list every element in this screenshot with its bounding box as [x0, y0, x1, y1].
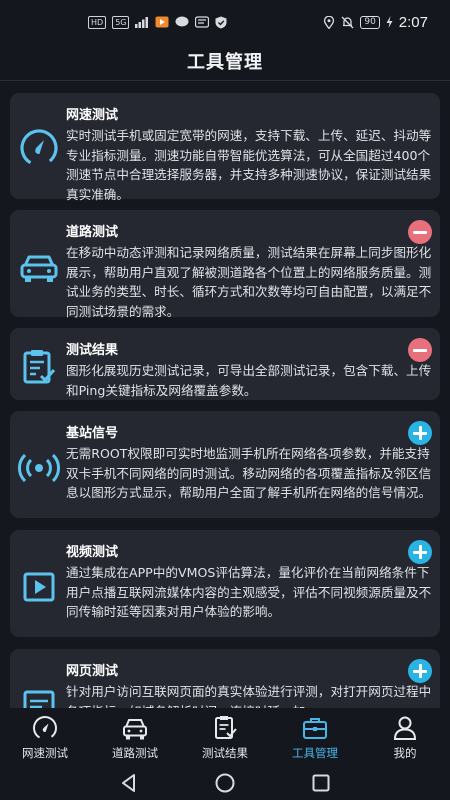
- tool-description: 实时测试手机或固定宽带的网速，支持下载、上传、延迟、抖动等专业指标测量。测速功能…: [66, 128, 432, 202]
- nav-item-me[interactable]: 我的: [360, 708, 450, 765]
- signal-bars-icon: [135, 16, 149, 28]
- user-icon: [393, 716, 417, 740]
- tool-title: 网速测试: [66, 108, 119, 123]
- add-tool-button[interactable]: [408, 421, 432, 445]
- speedometer-icon: [20, 129, 58, 167]
- tool-card-road-test[interactable]: 道路测试 在移动中动态评测和记录网络质量，测试结果在屏幕上同步图形化展示，帮助用…: [10, 210, 440, 319]
- recents-icon[interactable]: [309, 771, 333, 795]
- status-right: 90 2:07: [323, 14, 428, 31]
- tool-description: 无需ROOT权限即可实时地监测手机所在网络各项参数，并能支持双卡手机不同网络的同…: [66, 446, 432, 500]
- page-title: 工具管理: [187, 52, 263, 73]
- tool-description: 在移动中动态评测和记录网络质量，测试结果在屏幕上同步图形化展示，帮助用户直观了解…: [66, 245, 432, 319]
- network-badge: 5G: [112, 15, 130, 29]
- clipboard-check-icon: [215, 716, 237, 739]
- car-icon: [20, 255, 58, 282]
- system-nav-bar: [0, 765, 450, 800]
- add-tool-button[interactable]: [408, 659, 432, 683]
- tool-description: 通过集成在APP中的VMOS评估算法，量化评价在当前网络条件下用户点播互联网流媒…: [66, 565, 432, 619]
- mute-bell-icon: [341, 16, 354, 28]
- nav-label: 道路测试: [112, 746, 158, 760]
- charging-bolt-icon: [386, 16, 393, 28]
- nav-label: 网速测试: [22, 746, 68, 760]
- tool-card-speed-test[interactable]: 网速测试 实时测试手机或固定宽带的网速，支持下载、上传、延迟、抖动等专业指标测量…: [10, 93, 440, 202]
- chat-bubble-icon: [175, 16, 189, 27]
- tool-description: 针对用户访问互联网页面的真实体验进行评测，对打开网页过程中各项指标，如域名解析时…: [66, 684, 432, 708]
- nav-label: 工具管理: [292, 746, 338, 760]
- bottom-nav: 网速测试 道路测试 测试结果 工具管理 我的: [0, 708, 450, 765]
- nav-item-test-results[interactable]: 测试结果: [180, 708, 270, 765]
- status-bar: HD 5G 90 2:07: [0, 0, 450, 44]
- webpage-icon: [23, 690, 55, 708]
- tool-card-webpage-test[interactable]: 网页测试 针对用户访问互联网页面的真实体验进行评测，对打开网页过程中各项指标，如…: [10, 649, 440, 708]
- toolbox-icon: [303, 718, 327, 739]
- add-tool-button[interactable]: [408, 540, 432, 564]
- tool-title: 测试结果: [66, 343, 119, 358]
- tool-title: 基站信号: [66, 426, 119, 441]
- message-icon: [195, 16, 210, 28]
- nav-item-tool-management[interactable]: 工具管理: [270, 708, 360, 765]
- home-icon[interactable]: [213, 771, 237, 795]
- status-time: 2:07: [398, 13, 428, 31]
- battery-level: 90: [360, 15, 380, 29]
- tool-card-video-test[interactable]: 视频测试 通过集成在APP中的VMOS评估算法，量化评价在当前网络条件下用户点播…: [10, 530, 440, 637]
- nav-label: 我的: [393, 746, 417, 760]
- shield-icon: [215, 16, 227, 28]
- tool-list[interactable]: 网速测试 实时测试手机或固定宽带的网速，支持下载、上传、延迟、抖动等专业指标测量…: [10, 93, 440, 708]
- status-left: HD 5G: [88, 15, 227, 29]
- tool-card-base-station[interactable]: 基站信号 无需ROOT权限即可实时地监测手机所在网络各项参数，并能支持双卡手机不…: [10, 411, 440, 518]
- hd-badge: HD: [88, 15, 107, 29]
- app-notification-icon: [155, 16, 169, 28]
- signal-broadcast-icon: [18, 453, 60, 483]
- car-icon: [123, 719, 147, 740]
- tool-card-test-results[interactable]: 测试结果 图形化展现历史测试记录，可导出全部测试记录，包含下载、上传和Ping关…: [10, 328, 440, 400]
- nav-label: 测试结果: [202, 746, 248, 760]
- nav-item-speed-test[interactable]: 网速测试: [0, 708, 90, 765]
- nav-item-road-test[interactable]: 道路测试: [90, 708, 180, 765]
- remove-tool-button[interactable]: [408, 220, 432, 244]
- tool-title: 网页测试: [66, 664, 119, 679]
- back-icon[interactable]: [117, 771, 141, 795]
- clipboard-check-icon: [23, 350, 56, 384]
- speedometer-icon: [33, 716, 57, 740]
- page-header: 工具管理: [0, 44, 450, 78]
- tool-title: 视频测试: [66, 545, 119, 560]
- location-icon: [324, 15, 335, 29]
- remove-tool-button[interactable]: [408, 338, 432, 362]
- tool-description: 图形化展现历史测试记录，可导出全部测试记录，包含下载、上传和Ping关键指标及网…: [66, 363, 432, 398]
- tool-title: 道路测试: [66, 225, 119, 240]
- header-divider: [0, 80, 450, 81]
- video-play-icon: [23, 572, 55, 602]
